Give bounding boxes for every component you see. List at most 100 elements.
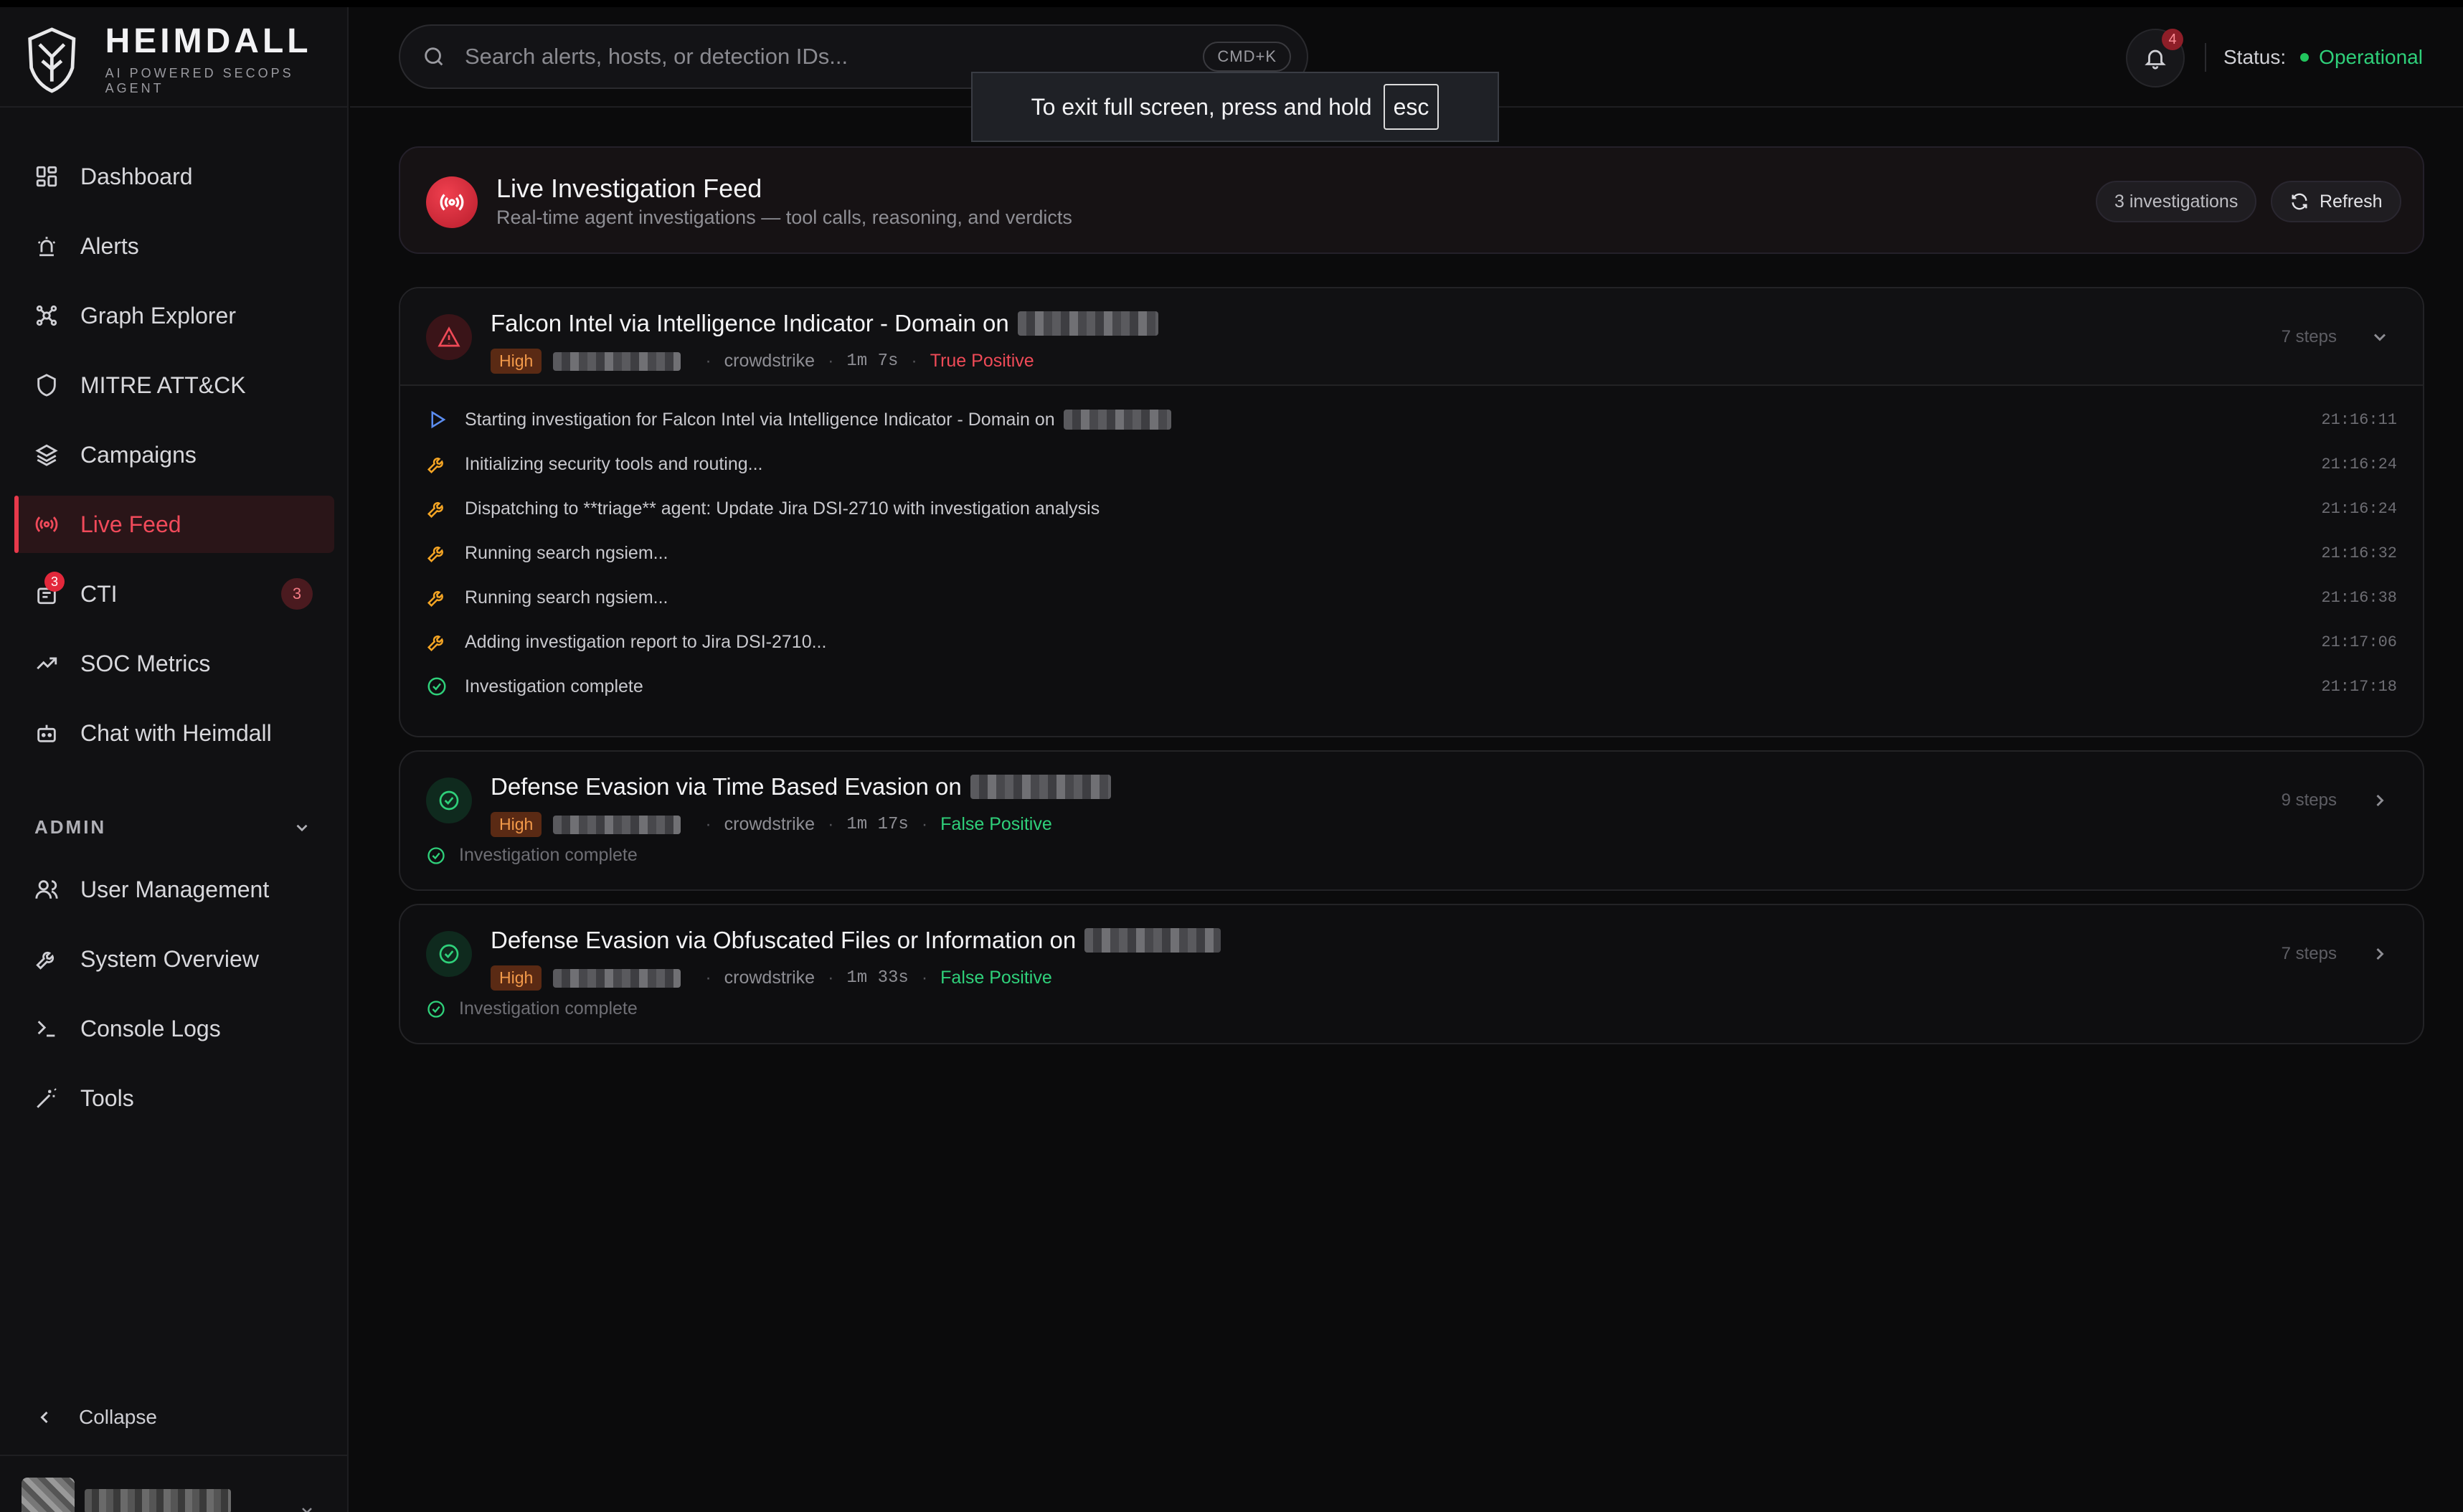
sidebar-item-label: Console Logs <box>80 1015 221 1041</box>
wrench-icon <box>427 591 443 608</box>
event-time: 21:17:06 <box>2321 633 2397 651</box>
shield-icon <box>37 374 56 397</box>
brand-subtitle: AI POWERED SECOPS AGENT <box>105 66 294 95</box>
investigation-header[interactable]: Defense Evasion via Time Based Evasion o… <box>400 752 2423 849</box>
timeline-event: Running search ngsiem... 21:16:38 <box>400 575 2423 620</box>
wrench-icon <box>427 635 443 652</box>
check-circle-icon <box>439 790 459 811</box>
investigation-header[interactable]: Defense Evasion via Obfuscated Files or … <box>400 905 2423 1003</box>
wrench-icon <box>36 951 55 970</box>
investigation-status-text: Investigation complete <box>459 998 638 1019</box>
separator: · <box>705 351 712 371</box>
steps-count: 7 steps <box>2281 944 2337 963</box>
broadcast-icon <box>440 194 464 211</box>
live-feed-badge <box>426 176 478 228</box>
duration-label: 1m 33s <box>846 968 909 988</box>
investigation-meta: High · crowdstrike · 1m 33s · False Posi… <box>491 965 1052 991</box>
sidebar-item-mitre[interactable]: MITRE ATT&CK <box>14 356 334 414</box>
sidebar-item-tools[interactable]: Tools <box>14 1069 334 1127</box>
timeline-event: Adding investigation report to Jira DSI-… <box>400 620 2423 664</box>
graph-icon <box>36 305 57 326</box>
wrench-icon <box>427 547 443 563</box>
check-circle-icon <box>427 677 446 696</box>
terminal-icon <box>37 1021 55 1037</box>
sidebar-item-label: Dashboard <box>80 163 193 189</box>
steps-count: 7 steps <box>2281 327 2337 346</box>
event-time: 21:16:11 <box>2321 410 2397 429</box>
status-indicator <box>426 931 472 977</box>
investigation-card[interactable]: Defense Evasion via Time Based Evasion o… <box>399 750 2424 891</box>
investigation-card[interactable]: Defense Evasion via Obfuscated Files or … <box>399 904 2424 1044</box>
sidebar-item-label: Tools <box>80 1085 134 1111</box>
sidebar-item-label: Live Feed <box>80 511 181 537</box>
sidebar-item-chat[interactable]: Chat with Heimdall <box>14 704 334 762</box>
layers-icon <box>35 444 58 466</box>
user-menu[interactable] <box>22 1478 316 1512</box>
sidebar-item-graph-explorer[interactable]: Graph Explorer <box>14 287 334 344</box>
event-text: Adding investigation report to Jira DSI-… <box>465 631 827 652</box>
refresh-label: Refresh <box>2320 191 2383 212</box>
redacted-host <box>553 815 681 834</box>
separator: · <box>911 351 917 371</box>
source-label: crowdstrike <box>724 968 816 988</box>
collapse-sidebar-button[interactable]: Collapse <box>34 1406 157 1429</box>
event-text-wrap: Starting investigation for Falcon Intel … <box>465 410 1171 430</box>
search-icon <box>425 47 443 66</box>
event-text: Running search ngsiem... <box>465 587 668 608</box>
severity-badge: High <box>491 812 542 837</box>
event-text: Starting investigation for Falcon Intel … <box>465 409 1055 430</box>
sidebar-item-console-logs[interactable]: Console Logs <box>14 1000 334 1057</box>
sidebar-item-cti[interactable]: 3 CTI 3 <box>14 565 334 623</box>
notification-count-badge: 4 <box>2162 29 2183 50</box>
duration-label: 1m 7s <box>846 351 899 371</box>
sidebar-item-label: Campaigns <box>80 441 197 468</box>
page-subtitle: Real-time agent investigations — tool ca… <box>496 207 1072 228</box>
sidebar-item-user-management[interactable]: User Management <box>14 861 334 918</box>
sidebar-item-system-overview[interactable]: System Overview <box>14 930 334 988</box>
chevron-left-icon <box>40 1411 48 1424</box>
event-time: 21:16:32 <box>2321 544 2397 562</box>
chevron-down-icon <box>302 1508 312 1512</box>
separator: · <box>828 814 834 834</box>
refresh-button[interactable]: Refresh <box>2271 181 2401 222</box>
sidebar-item-dashboard[interactable]: Dashboard <box>14 148 334 205</box>
investigation-title-text: Falcon Intel via Intelligence Indicator … <box>491 310 1009 336</box>
sidebar-item-label: Graph Explorer <box>80 302 236 329</box>
notifications-button[interactable]: 4 <box>2126 29 2185 88</box>
investigation-header[interactable]: Falcon Intel via Intelligence Indicator … <box>400 288 2423 386</box>
sidebar-item-alerts[interactable]: Alerts <box>14 217 334 275</box>
investigation-meta: High · crowdstrike · 1m 7s · True Positi… <box>491 349 1034 374</box>
warning-triangle-icon <box>438 326 460 347</box>
event-text: Dispatching to **triage** agent: Update … <box>465 498 1100 519</box>
timeline-event: Investigation complete 21:17:18 <box>400 664 2423 709</box>
broadcast-icon <box>35 516 58 532</box>
toast-text: To exit full screen, press and hold <box>1031 93 1372 120</box>
brand[interactable]: HEIMDALL AI POWERED SECOPS AGENT <box>26 23 347 96</box>
chevron-right-icon[interactable] <box>2370 790 2390 811</box>
heimdall-logo-icon <box>28 27 76 93</box>
event-text: Initializing security tools and routing.… <box>465 453 763 474</box>
divider <box>2205 43 2206 72</box>
collapse-label: Collapse <box>79 1406 157 1428</box>
check-circle-icon <box>427 846 445 864</box>
admin-nav: User Management System Overview Console … <box>0 861 349 1139</box>
redacted-host <box>1017 311 1158 336</box>
chevron-down-icon[interactable] <box>2370 327 2390 347</box>
investigation-footer: Investigation complete <box>426 845 638 866</box>
event-time: 21:16:24 <box>2321 499 2397 518</box>
event-time: 21:16:38 <box>2321 588 2397 607</box>
sidebar-item-campaigns[interactable]: Campaigns <box>14 426 334 483</box>
redacted-user-name <box>85 1489 231 1512</box>
esc-key: esc <box>1383 84 1439 130</box>
sidebar-item-live-feed[interactable]: Live Feed <box>14 496 334 553</box>
severity-badge: High <box>491 349 542 374</box>
sidebar-item-label: System Overview <box>80 945 259 972</box>
admin-section-toggle[interactable]: ADMIN <box>34 816 311 838</box>
chevron-right-icon[interactable] <box>2370 944 2390 964</box>
search-input[interactable] <box>465 44 1110 70</box>
verdict-label: False Positive <box>940 814 1052 834</box>
sidebar-item-soc-metrics[interactable]: SOC Metrics <box>14 635 334 692</box>
cti-notification-badge: 3 <box>44 572 65 592</box>
avatar <box>22 1478 75 1512</box>
sidebar-item-label: SOC Metrics <box>80 650 211 676</box>
